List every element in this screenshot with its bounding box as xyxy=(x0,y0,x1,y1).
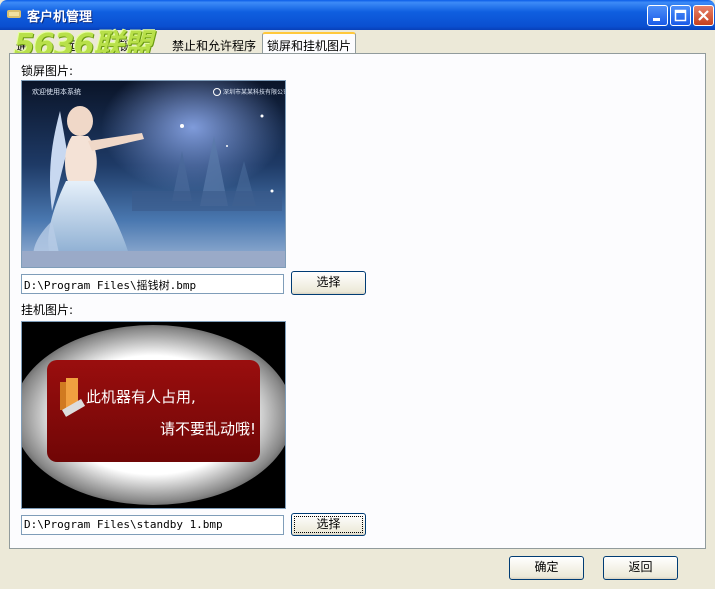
standby-image-select-button[interactable]: 选择 xyxy=(291,513,366,536)
lock-screen-label: 锁屏图片: xyxy=(21,64,74,78)
minimize-button[interactable] xyxy=(647,5,668,26)
tab-lock-standby-images[interactable]: 锁屏和挂机图片 xyxy=(262,32,357,54)
standby-line2: 请不要乱动哦! xyxy=(160,420,256,438)
tab-label: 禁止和允许程序 xyxy=(172,39,257,53)
lock-image-left-text: 欢迎使用本系统 xyxy=(32,87,81,96)
standby-image: 此机器有人占用, 请不要乱动哦! xyxy=(21,321,286,509)
lock-image-select-button[interactable]: 选择 xyxy=(291,271,366,295)
lock-image-path-field[interactable]: D:\Program Files\摇钱树.bmp xyxy=(21,274,284,294)
standby-artwork: 此机器有人占用, 请不要乱动哦! xyxy=(22,322,285,508)
tab-remote[interactable]: 远 xyxy=(60,35,80,53)
tab-programs[interactable]: 禁止和允许程序 xyxy=(168,35,260,53)
close-icon xyxy=(698,10,709,21)
standby-label: 挂机图片: xyxy=(21,303,74,317)
maximize-button[interactable] xyxy=(670,5,691,26)
tab-label: 锁 xyxy=(119,39,132,53)
title-bar[interactable]: 客户机管理 xyxy=(0,0,715,30)
app-icon xyxy=(7,10,21,18)
minimize-icon xyxy=(653,18,660,21)
tab-label: 远 xyxy=(64,39,77,53)
tab-label: 通 xyxy=(16,39,29,53)
standby-line1: 此机器有人占用, xyxy=(86,388,196,406)
window-title: 客户机管理 xyxy=(27,10,93,25)
lock-image-right-text: 深圳市某某科技有限公司 xyxy=(223,88,285,96)
tab-label: 锁屏和挂机图片 xyxy=(267,39,352,53)
back-button[interactable]: 返回 xyxy=(603,556,678,580)
standby-image-path-field[interactable]: D:\Program Files\standby 1.bmp xyxy=(21,515,284,535)
tab-general[interactable]: 通 xyxy=(12,35,32,53)
tab-lock[interactable]: 锁 xyxy=(115,35,135,53)
lock-screen-artwork: 欢迎使用本系统 深圳市某某科技有限公司 xyxy=(22,81,285,267)
ok-button[interactable]: 确定 xyxy=(509,556,584,580)
close-button[interactable] xyxy=(693,5,714,26)
lock-screen-image: 欢迎使用本系统 深圳市某某科技有限公司 xyxy=(21,80,286,268)
maximize-icon xyxy=(674,9,687,22)
